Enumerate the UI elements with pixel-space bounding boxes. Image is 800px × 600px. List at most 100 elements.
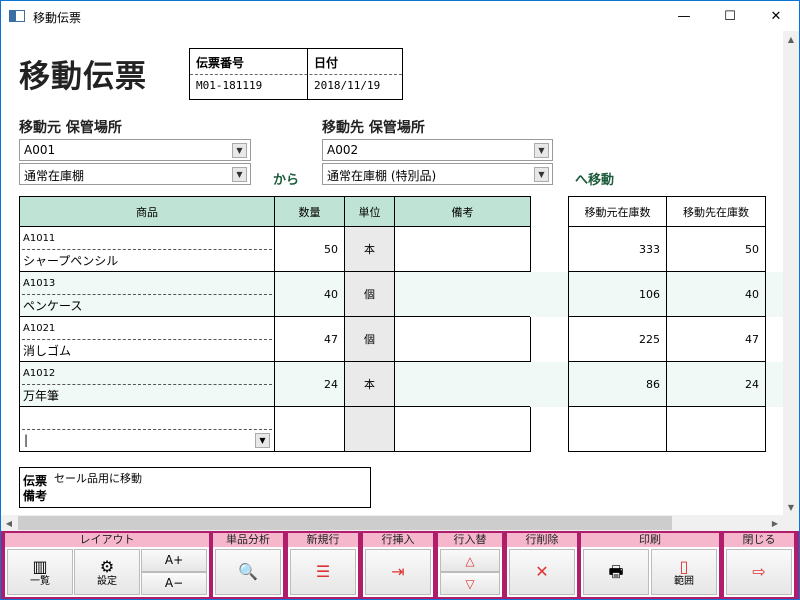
vertical-scrollbar[interactable]: ▲ ▼: [783, 31, 799, 515]
note-cell[interactable]: [394, 226, 531, 272]
from-location-select[interactable]: 通常在庫棚 ▼: [19, 163, 251, 185]
qty-cell[interactable]: [274, 406, 345, 452]
move-row-up-button[interactable]: △: [440, 549, 500, 572]
slip-number-value[interactable]: M01-181119: [196, 79, 262, 92]
memo-box[interactable]: 伝票 備考 セール品用に移動: [19, 467, 371, 508]
from-code-value: A001: [24, 143, 56, 157]
triangle-down-icon: ▽: [465, 576, 475, 591]
print-button[interactable]: 🖶: [583, 549, 649, 595]
from-code-select[interactable]: A001 ▼: [19, 139, 251, 161]
table-row: A1012 万年筆 24 本: [19, 361, 531, 407]
horizontal-scrollbar[interactable]: ◀ ▶: [1, 515, 783, 531]
col-header-product: 商品: [19, 196, 275, 227]
table-row: 106 40: [568, 271, 766, 317]
font-increase-button[interactable]: A+: [141, 549, 207, 572]
insert-row-button[interactable]: ⇥: [365, 549, 431, 595]
note-cell[interactable]: [394, 406, 531, 452]
product-name: ペンケース: [23, 299, 83, 313]
triangle-up-icon: △: [465, 553, 475, 568]
page-title: 移動伝票: [19, 59, 147, 95]
table-row: 86 24: [568, 361, 766, 407]
layout-group: レイアウト ▥ 一覧 ⚙ 設定 A+ A−: [5, 533, 209, 597]
col-header-note: 備考: [394, 196, 531, 227]
printer-icon: 🖶: [608, 562, 624, 581]
chevron-down-icon[interactable]: ▼: [534, 143, 549, 158]
qty-cell[interactable]: 50: [274, 226, 345, 272]
product-cell[interactable]: A1021 消しゴム: [19, 316, 275, 362]
analysis-button[interactable]: 🔍: [215, 549, 281, 595]
exit-door-icon: ⇨: [752, 562, 766, 581]
date-value[interactable]: 2018/11/19: [314, 79, 380, 92]
product-code: A1021: [23, 323, 56, 334]
move-row-down-button[interactable]: ▽: [440, 572, 500, 595]
qty-cell[interactable]: 47: [274, 316, 345, 362]
new-product-cell[interactable]: | ▼: [19, 406, 275, 452]
new-row: | ▼: [19, 406, 531, 452]
swap-row-group: 行入替 △ ▽: [438, 533, 502, 597]
print-range-label: 範囲: [674, 575, 694, 587]
close-form-button[interactable]: ⇨: [726, 549, 792, 595]
bottom-toolbar: レイアウト ▥ 一覧 ⚙ 設定 A+ A− 単品分析 🔍 新規行 ☰ 行挿入 ⇥…: [1, 531, 799, 599]
new-product-select[interactable]: | ▼: [22, 432, 270, 450]
gear-icon: ⚙: [99, 556, 115, 576]
product-cell[interactable]: A1012 万年筆: [19, 361, 275, 407]
dst-stock-cell: [666, 406, 766, 452]
scroll-left-icon[interactable]: ◀: [1, 515, 17, 531]
src-stock-cell: 86: [568, 361, 667, 407]
to-location-select[interactable]: 通常在庫棚 (特別品) ▼: [322, 163, 553, 185]
table-row: A1011 シャープペンシル 50 本: [19, 226, 531, 272]
print-group: 印刷 🖶 ▯ 範囲: [581, 533, 719, 597]
product-cell[interactable]: A1013 ペンケース: [19, 271, 275, 317]
delete-row-button[interactable]: ✕: [509, 549, 575, 595]
src-stock-cell: 106: [568, 271, 667, 317]
scroll-up-icon[interactable]: ▲: [783, 31, 799, 47]
product-code: A1012: [23, 368, 56, 379]
table-row: A1021 消しゴム 47 個: [19, 316, 531, 362]
close-window-button[interactable]: ✕: [753, 1, 799, 31]
font-decrease-button[interactable]: A−: [141, 572, 207, 595]
note-cell[interactable]: [394, 271, 531, 317]
to-code-select[interactable]: A002 ▼: [322, 139, 553, 161]
minimize-button[interactable]: —: [661, 1, 707, 31]
to-location-label: 移動先 保管場所: [322, 120, 425, 136]
list-view-button[interactable]: ▥ 一覧: [7, 549, 73, 595]
items-table: 商品 数量 単位 備考 A1011 シャープペンシル 50 本 A1013 ペンケー…: [19, 196, 531, 452]
scroll-thumb[interactable]: [18, 516, 672, 530]
chevron-down-icon[interactable]: ▼: [232, 143, 247, 158]
chevron-down-icon[interactable]: ▼: [534, 167, 549, 182]
window-title: 移動伝票: [33, 11, 82, 25]
insert-row-icon: ⇥: [391, 562, 405, 581]
insert-row-group: 行挿入 ⇥: [363, 533, 433, 597]
unit-cell: [344, 406, 395, 452]
src-stock-cell: 333: [568, 226, 667, 272]
slip-number-label: 伝票番号: [196, 56, 245, 70]
scroll-down-icon[interactable]: ▼: [783, 499, 799, 515]
settings-button[interactable]: ⚙ 設定: [74, 549, 140, 595]
unit-cell: 個: [344, 316, 395, 362]
product-code: A1011: [23, 233, 56, 244]
chevron-down-icon[interactable]: ▼: [232, 167, 247, 182]
qty-cell[interactable]: 40: [274, 271, 345, 317]
chevron-down-icon[interactable]: ▼: [255, 433, 270, 448]
product-cell[interactable]: A1011 シャープペンシル: [19, 226, 275, 272]
print-range-button[interactable]: ▯ 範囲: [651, 549, 717, 595]
insert-row-group-header: 行挿入: [363, 533, 433, 547]
from-location-label: 移動元 保管場所: [19, 120, 122, 136]
to-suffix-text: へ移動: [575, 173, 615, 188]
note-cell[interactable]: [394, 316, 531, 362]
to-code-value: A002: [327, 143, 359, 157]
src-stock-cell: 225: [568, 316, 667, 362]
delete-row-icon: ✕: [535, 562, 549, 581]
src-stock-cell: [568, 406, 667, 452]
note-cell[interactable]: [394, 361, 531, 407]
close-group-header: 閉じる: [724, 533, 794, 547]
maximize-button[interactable]: ☐: [707, 1, 753, 31]
memo-text[interactable]: セール品用に移動: [54, 470, 142, 486]
scroll-right-icon[interactable]: ▶: [767, 515, 783, 531]
table-row: A1013 ペンケース 40 個: [19, 271, 531, 317]
qty-cell[interactable]: 24: [274, 361, 345, 407]
title-bar: 移動伝票 — ☐ ✕: [1, 1, 799, 31]
new-row-button[interactable]: ☰: [290, 549, 356, 595]
from-suffix-text: から: [273, 173, 300, 188]
swap-row-group-header: 行入替: [438, 533, 502, 547]
